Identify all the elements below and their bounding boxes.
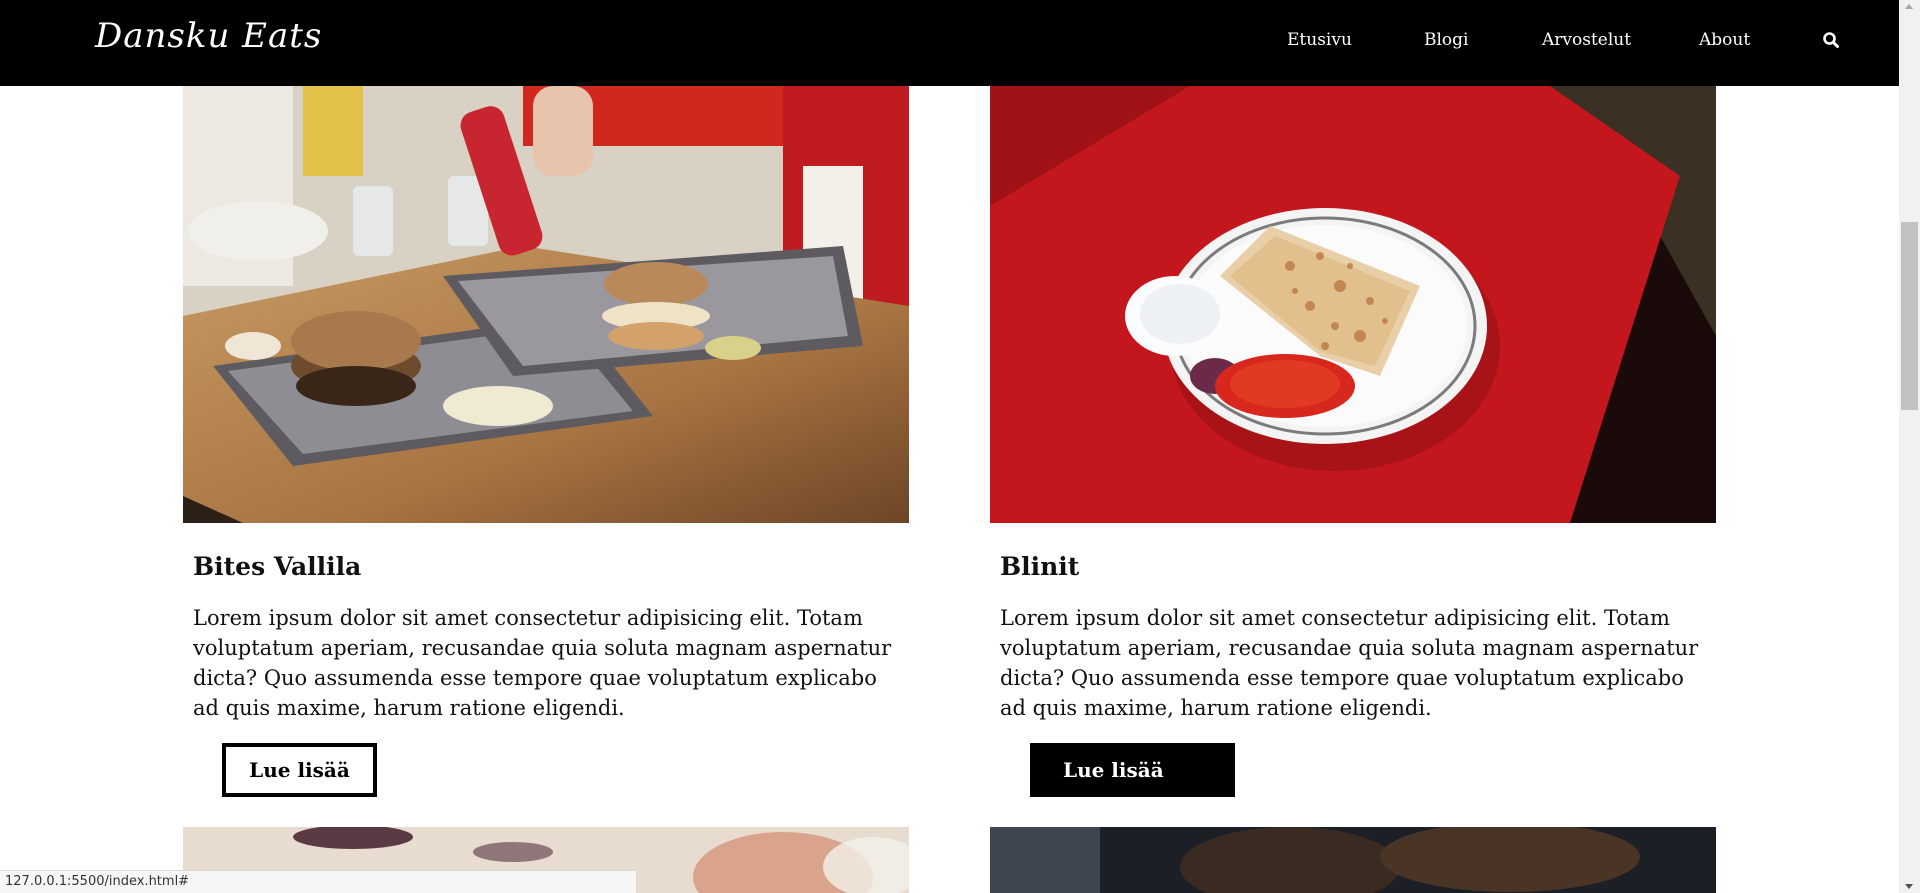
card-image-blini xyxy=(990,86,1716,523)
read-more-button[interactable]: Lue lisää xyxy=(222,743,377,797)
read-more-button[interactable]: Lue lisää xyxy=(1030,743,1235,797)
search-icon[interactable] xyxy=(1822,31,1842,51)
nav-item-arvostelut[interactable]: Arvostelut xyxy=(1542,30,1631,50)
nav-item-about[interactable]: About xyxy=(1699,30,1750,50)
scroll-thumb[interactable] xyxy=(1901,222,1918,410)
card-image-burgers xyxy=(183,86,909,523)
nav-item-blogi[interactable]: Blogi xyxy=(1424,30,1468,50)
site-logo[interactable]: Dansku Eats xyxy=(95,16,322,56)
site-header: Dansku Eats Etusivu Blogi Arvostelut Abo… xyxy=(0,0,1899,86)
scroll-up-arrow-icon[interactable] xyxy=(1905,4,1913,9)
scroll-down-arrow-icon[interactable] xyxy=(1905,884,1913,889)
card-title: Blinit xyxy=(1000,552,1080,581)
nav-item-etusivu[interactable]: Etusivu xyxy=(1287,30,1352,50)
card-title: Bites Vallila xyxy=(193,552,362,581)
card-description: Lorem ipsum dolor sit amet consectetur a… xyxy=(193,606,892,720)
browser-status-url: 127.0.0.1:5500/index.html# xyxy=(0,870,637,893)
card-image-next-right xyxy=(990,827,1716,893)
card-description: Lorem ipsum dolor sit amet consectetur a… xyxy=(1000,606,1699,720)
page-scrollbar[interactable] xyxy=(1899,0,1920,893)
